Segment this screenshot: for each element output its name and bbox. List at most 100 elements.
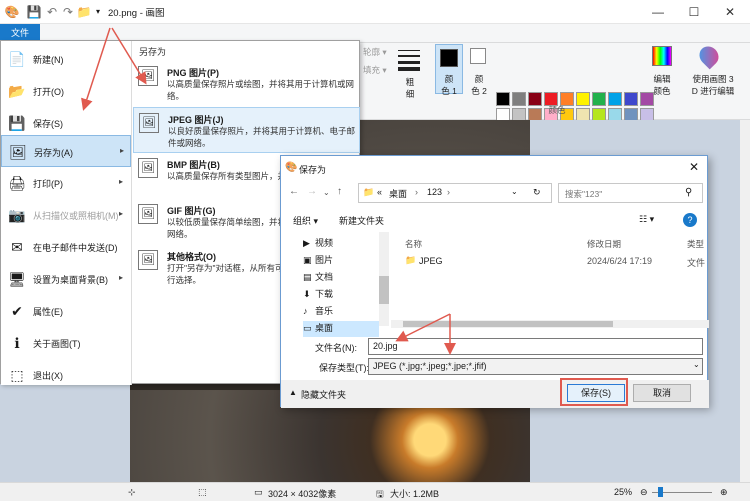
folder-icon: 📁	[363, 187, 375, 197]
column-header-name[interactable]: 名称	[405, 238, 422, 250]
breadcrumb-overflow[interactable]: «	[377, 187, 382, 197]
folder-icon: 📁	[405, 255, 417, 265]
nav-item-label: 桌面	[315, 323, 334, 333]
column-header-type[interactable]: 类型	[687, 238, 704, 250]
forward-arrow-icon[interactable]: →	[307, 186, 317, 197]
fill-dropdown[interactable]: 填充 ▾	[363, 64, 387, 76]
back-arrow-icon[interactable]: ←	[289, 186, 299, 197]
palette-swatch[interactable]	[608, 92, 622, 106]
maximize-button[interactable]: ☐	[676, 0, 712, 24]
file-menu-item[interactable]: 🖨 打印(P) ▸	[1, 167, 131, 199]
image-format-icon: 🖼	[138, 250, 158, 270]
vertical-scrollbar[interactable]	[740, 120, 750, 482]
nav-item-label: 视频	[315, 238, 334, 248]
up-arrow-icon[interactable]: ↑	[337, 186, 342, 197]
breadcrumb-separator[interactable]: ›	[447, 187, 450, 197]
selection-size-icon: ⬚	[198, 487, 207, 497]
nav-item[interactable]: ▣ 图片	[303, 253, 379, 269]
file-menu-item[interactable]: ✔ 属性(E)	[1, 295, 131, 327]
file-menu-item[interactable]: 📷 从扫描仪或照相机(M) ▸	[1, 199, 131, 231]
submenu-arrow-icon: ▸	[119, 209, 124, 218]
nav-item-icon: ▣	[303, 255, 312, 265]
dialog-close-icon[interactable]: ✕	[689, 160, 699, 174]
paint3d-icon[interactable]	[695, 42, 723, 70]
palette-swatch[interactable]	[624, 92, 638, 106]
filetype-label: 保存类型(T):	[319, 363, 369, 373]
palette-swatch[interactable]	[512, 92, 526, 106]
color1-swatch	[440, 49, 458, 67]
undo-icon[interactable]: ↶	[44, 4, 60, 20]
filetype-dropdown-icon[interactable]: ⌄	[693, 360, 700, 369]
palette-swatch[interactable]	[528, 92, 542, 106]
zoom-slider-thumb[interactable]	[658, 487, 663, 497]
nav-item[interactable]: ♪ 音乐	[303, 304, 379, 320]
file-menu-item[interactable]: 📂 打开(O)	[1, 75, 131, 107]
palette-swatch[interactable]	[576, 92, 590, 106]
menu-item-icon: ✉	[11, 239, 23, 255]
file-menu-item[interactable]: 🖥 设置为桌面背景(B) ▸	[1, 263, 131, 295]
hide-folders-button[interactable]: 隐藏文件夹	[301, 388, 346, 401]
menu-item-label: 打开(O)	[33, 87, 64, 97]
minimize-button[interactable]: —	[640, 0, 676, 24]
organize-menu[interactable]: 组织 ▾	[293, 214, 318, 227]
nav-scrollbar-thumb[interactable]	[379, 276, 389, 304]
nav-item-label: 下载	[315, 289, 334, 299]
file-menu-item[interactable]: ℹ 关于画图(T)	[1, 327, 131, 359]
redo-icon[interactable]: ↷	[60, 4, 76, 20]
zoom-out-button[interactable]: ⊖	[640, 487, 648, 498]
zoom-in-button[interactable]: ⊕	[720, 487, 728, 498]
column-header-date[interactable]: 修改日期	[587, 238, 621, 250]
close-button[interactable]: ✕	[712, 0, 748, 24]
filetype-select[interactable]: JPEG (*.jpg;*.jpeg;*.jpe;*.jfif)	[368, 358, 703, 375]
nav-item-icon: ▭	[303, 323, 312, 333]
edit-colors-label[interactable]: 编辑 颜色	[646, 73, 678, 97]
recent-locations-icon[interactable]: ⌄	[323, 188, 330, 197]
paint3d-label[interactable]: 使用画图 3 D 进行编辑	[683, 73, 743, 97]
file-menu-item[interactable]: 🖼 另存为(A) ▸	[1, 135, 131, 167]
menu-item-icon: 💾	[8, 115, 26, 131]
color2-swatch[interactable]	[470, 48, 486, 64]
file-menu-item[interactable]: ✉ 在电子邮件中发送(D)	[1, 231, 131, 263]
save-format-option[interactable]: 🖼 PNG 图片(P) 以高质量保存照片或绘图，并将其用于计算机或网络。	[133, 61, 360, 107]
save-quick-icon[interactable]: 💾	[26, 4, 42, 20]
palette-swatch[interactable]	[592, 92, 606, 106]
nav-item[interactable]: ▤ 文档	[303, 270, 379, 286]
refresh-icon[interactable]: ↻	[533, 187, 541, 198]
help-icon[interactable]: ?	[683, 213, 697, 227]
outline-dropdown[interactable]: 轮廓 ▾	[363, 46, 387, 58]
address-dropdown-icon[interactable]: ⌄	[511, 187, 518, 196]
color2-label[interactable]: 颜 色 2	[464, 73, 494, 97]
nav-item[interactable]: ▭ 桌面	[303, 321, 379, 337]
customize-quick-access-icon[interactable]: ▾	[90, 4, 106, 20]
address-bar[interactable]: 📁 « 桌面 › 123 › ⌄ ↻	[358, 183, 552, 203]
file-row[interactable]: 📁 JPEG 2024/6/24 17:19 文件	[405, 254, 709, 272]
palette-swatch[interactable]	[496, 92, 510, 106]
search-icon[interactable]: ⚲	[685, 187, 692, 198]
breadcrumb-123[interactable]: 123	[427, 187, 442, 197]
file-menu-item[interactable]: 📄 新建(N)	[1, 43, 131, 75]
search-input[interactable]: 搜索"123"	[558, 183, 703, 203]
image-format-icon: 🖼	[138, 66, 158, 86]
title-bar: 🎨 💾 ↶ ↷ 📁 ▾ 20.png - 画图 — ☐ ✕	[0, 0, 750, 24]
new-folder-button[interactable]: 新建文件夹	[339, 214, 384, 227]
breadcrumb-separator[interactable]: ›	[415, 187, 418, 197]
menu-item-icon: 🖨	[8, 175, 26, 191]
thickness-label[interactable]: 粗 细	[398, 76, 422, 100]
edit-colors-icon[interactable]	[652, 46, 672, 66]
save-format-option[interactable]: 🖼 JPEG 图片(J) 以良好质量保存照片，并将其用于计算机、电子邮件或网络。	[133, 107, 360, 153]
cancel-button[interactable]: 取消	[633, 384, 691, 402]
status-bar: ⊹ ⬚ ▭ 3024 × 4032像素 🖫 大小: 1.2MB 25% ⊖ ⊕	[0, 482, 750, 501]
menu-item-label: 新建(N)	[33, 55, 64, 65]
file-date: 2024/6/24 17:19	[587, 256, 653, 266]
view-options-icon[interactable]: ☷ ▾	[639, 214, 654, 225]
file-list-scrollbar-thumb[interactable]	[403, 321, 613, 327]
nav-item[interactable]: ▶ 视频	[303, 236, 379, 252]
breadcrumb-desktop[interactable]: 桌面	[389, 187, 407, 200]
hide-folders-icon[interactable]: ▲	[289, 388, 297, 397]
file-menu-item[interactable]: ⬚ 退出(X)	[1, 359, 131, 391]
filename-input[interactable]: 20.jpg	[368, 338, 703, 355]
menu-item-label: 另存为(A)	[34, 148, 73, 158]
nav-item[interactable]: ⬇ 下载	[303, 287, 379, 303]
menu-item-label: 从扫描仪或照相机(M)	[33, 211, 119, 221]
thickness-icon[interactable]	[398, 46, 420, 74]
